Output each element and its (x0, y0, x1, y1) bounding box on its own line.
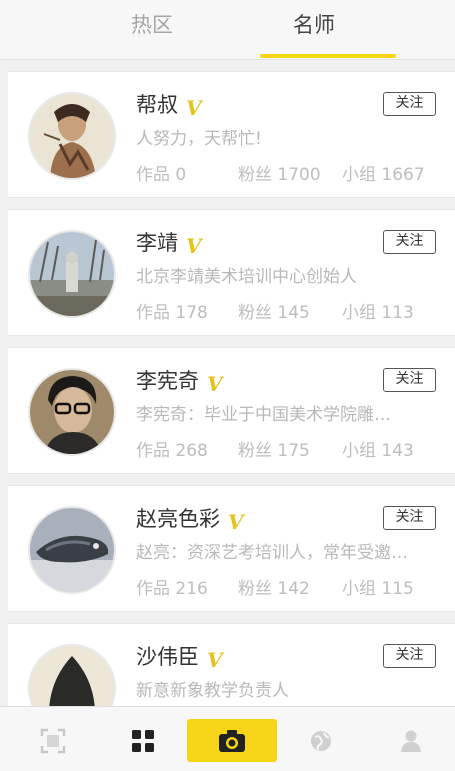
teacher-description: 人努力，天帮忙! (136, 129, 262, 149)
teacher-name: 李靖 V (136, 228, 202, 261)
active-tab-indicator (260, 54, 396, 58)
teacher-card[interactable]: 帮叔 V 关注 人努力，天帮忙! 作品 0 粉丝 1700 小组 1667 (8, 71, 455, 198)
teacher-card[interactable]: 李宪奇 V 关注 李宪奇：毕业于中国美术学院雕… 作品 268 粉丝 175 小组… (8, 347, 455, 474)
teacher-name: 赵亮色彩 V (136, 504, 244, 537)
avatar[interactable] (28, 506, 116, 594)
groups-count: 小组 113 (342, 303, 414, 323)
verified-badge-icon: V (207, 372, 223, 396)
grid-icon (132, 730, 154, 752)
avatar[interactable] (28, 92, 116, 180)
scan-icon (40, 728, 66, 754)
camera-icon (219, 729, 245, 752)
teacher-description: 北京李靖美术培训中心创始人 (136, 267, 357, 287)
teacher-card[interactable]: 李靖 V 关注 北京李靖美术培训中心创始人 作品 178 粉丝 145 小组 11… (8, 209, 455, 336)
fans-count: 粉丝 1700 (238, 165, 321, 185)
groups-count: 小组 1667 (342, 165, 425, 185)
teacher-name: 沙伟臣 V (136, 642, 223, 675)
verified-badge-icon: V (186, 234, 202, 258)
globe-icon (311, 731, 331, 751)
follow-button[interactable]: 关注 (383, 644, 436, 668)
nav-discover[interactable] (286, 719, 356, 763)
follow-button[interactable]: 关注 (383, 92, 436, 116)
teacher-card[interactable]: 赵亮色彩 V 关注 赵亮：资深艺考培训人，常年受邀… 作品 216 粉丝 142 … (8, 485, 455, 612)
fans-count: 粉丝 175 (238, 441, 310, 461)
teacher-description: 新意新象教学负责人 (136, 681, 289, 701)
bottom-nav-bar (0, 706, 455, 771)
teacher-name: 帮叔 V (136, 90, 202, 123)
works-count: 作品 178 (136, 303, 208, 323)
teacher-description: 赵亮：资深艺考培训人，常年受邀… (136, 543, 408, 563)
top-tab-bar: 热区 名师 (0, 0, 455, 60)
works-count: 作品 0 (136, 165, 187, 185)
follow-button[interactable]: 关注 (383, 368, 436, 392)
teacher-name: 李宪奇 V (136, 366, 223, 399)
fans-count: 粉丝 142 (238, 579, 310, 599)
avatar-still-life-image (30, 508, 114, 592)
nav-camera-button[interactable] (187, 719, 277, 762)
tab-hot-zone[interactable]: 热区 (82, 10, 222, 44)
tab-famous-teachers[interactable]: 名师 (244, 10, 384, 44)
verified-badge-icon: V (207, 648, 223, 672)
verified-badge-icon: V (228, 510, 244, 534)
groups-count: 小组 143 (342, 441, 414, 461)
fans-count: 粉丝 145 (238, 303, 310, 323)
nav-scan[interactable] (18, 719, 88, 763)
avatar[interactable] (28, 368, 116, 456)
avatar-painting-image (30, 94, 114, 178)
nav-grid[interactable] (108, 719, 178, 763)
teacher-description: 李宪奇：毕业于中国美术学院雕… (136, 405, 391, 425)
verified-badge-icon: V (186, 96, 202, 120)
follow-button[interactable]: 关注 (383, 230, 436, 254)
groups-count: 小组 115 (342, 579, 414, 599)
works-count: 作品 268 (136, 441, 208, 461)
avatar-portrait-image (30, 370, 114, 454)
nav-profile[interactable] (376, 719, 446, 763)
avatar[interactable] (28, 230, 116, 318)
works-count: 作品 216 (136, 579, 208, 599)
follow-button[interactable]: 关注 (383, 506, 436, 530)
avatar-photo-image (30, 232, 114, 316)
person-icon (401, 730, 421, 752)
